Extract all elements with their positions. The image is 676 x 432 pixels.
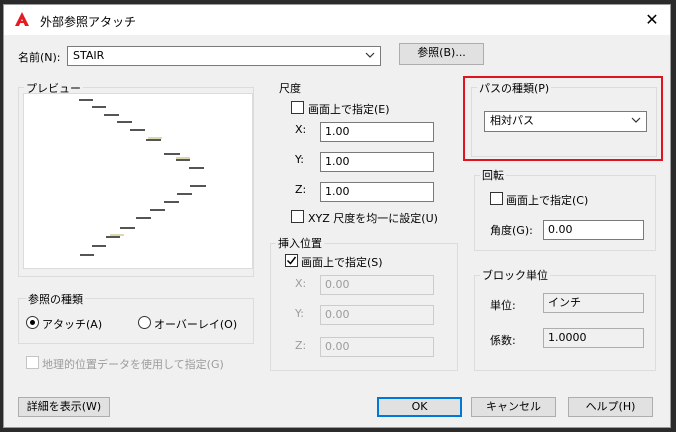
- rotation-title: 回転: [480, 167, 506, 183]
- geo-label: 地理的位置データを使用して指定(G): [42, 358, 224, 371]
- unit-label: 単位:: [490, 299, 516, 312]
- insert-x-label: X:: [295, 277, 307, 290]
- dialog-title: 外部参照アタッチ: [40, 15, 137, 29]
- insert-z-label: Z:: [295, 339, 307, 352]
- checkmark-icon: [286, 256, 297, 265]
- attach-label[interactable]: アタッチ(A): [42, 316, 102, 332]
- insert-x-input[interactable]: 0.00: [320, 275, 434, 295]
- insert-y-label: Y:: [295, 307, 304, 320]
- autocad-logo-icon: [15, 12, 29, 26]
- scale-z-label: Z:: [295, 183, 307, 196]
- preview-image: [23, 93, 253, 269]
- cancel-button[interactable]: キャンセル: [471, 397, 556, 417]
- title-bar: 外部参照アタッチ ✕: [4, 5, 670, 35]
- insert-z-input[interactable]: 0.00: [320, 337, 434, 357]
- scale-y-label: Y:: [295, 153, 304, 166]
- close-icon[interactable]: ✕: [640, 10, 664, 30]
- uniform-scale-checkbox[interactable]: [291, 210, 304, 223]
- insert-onscreen-label[interactable]: 画面上で指定(S): [301, 254, 383, 270]
- uniform-scale-label[interactable]: XYZ 尺度を均一に設定(U): [308, 210, 438, 226]
- insert-y-input[interactable]: 0.00: [320, 305, 434, 325]
- insert-onscreen-checkbox[interactable]: [285, 254, 298, 267]
- red-highlight-box: [463, 76, 663, 161]
- scale-y-input[interactable]: 1.00: [320, 152, 434, 172]
- factor-label: 係数:: [490, 334, 516, 347]
- rotation-onscreen-label[interactable]: 画面上で指定(C): [506, 192, 588, 208]
- scale-title: 尺度: [277, 80, 303, 96]
- help-button[interactable]: ヘルプ(H): [568, 397, 653, 417]
- scale-x-label: X:: [295, 123, 307, 136]
- show-details-button[interactable]: 詳細を表示(W): [18, 397, 110, 417]
- attach-radio[interactable]: [26, 316, 39, 329]
- insert-title: 挿入位置: [276, 235, 324, 251]
- scale-z-input[interactable]: 1.00: [320, 182, 434, 202]
- name-label: 名前(N):: [18, 51, 61, 64]
- factor-value: 1.0000: [543, 328, 644, 348]
- scale-x-input[interactable]: 1.00: [320, 122, 434, 142]
- chevron-down-icon: [365, 52, 375, 58]
- overlay-radio[interactable]: [138, 316, 151, 329]
- overlay-label[interactable]: オーバーレイ(O): [154, 316, 237, 332]
- browse-button[interactable]: 参照(B)...: [399, 43, 484, 65]
- xref-attach-dialog: 外部参照アタッチ ✕ 名前(N): STAIR 参照(B)... プレビュー 参…: [3, 4, 671, 428]
- angle-label: 角度(G):: [490, 224, 533, 237]
- ref-type-title: 参照の種類: [26, 291, 85, 307]
- scale-onscreen-checkbox[interactable]: [291, 101, 304, 114]
- block-unit-group: [474, 275, 656, 371]
- name-combo-value: STAIR: [73, 49, 105, 62]
- name-combo[interactable]: STAIR: [67, 46, 381, 66]
- block-unit-title: ブロック単位: [480, 267, 550, 283]
- unit-value: インチ: [543, 293, 644, 313]
- angle-input[interactable]: 0.00: [543, 220, 644, 240]
- scale-onscreen-label[interactable]: 画面上で指定(E): [308, 101, 390, 117]
- ok-button[interactable]: OK: [377, 397, 462, 417]
- geo-checkbox[interactable]: [26, 356, 39, 369]
- rotation-onscreen-checkbox[interactable]: [490, 192, 503, 205]
- stair-preview-drawing: [79, 99, 206, 256]
